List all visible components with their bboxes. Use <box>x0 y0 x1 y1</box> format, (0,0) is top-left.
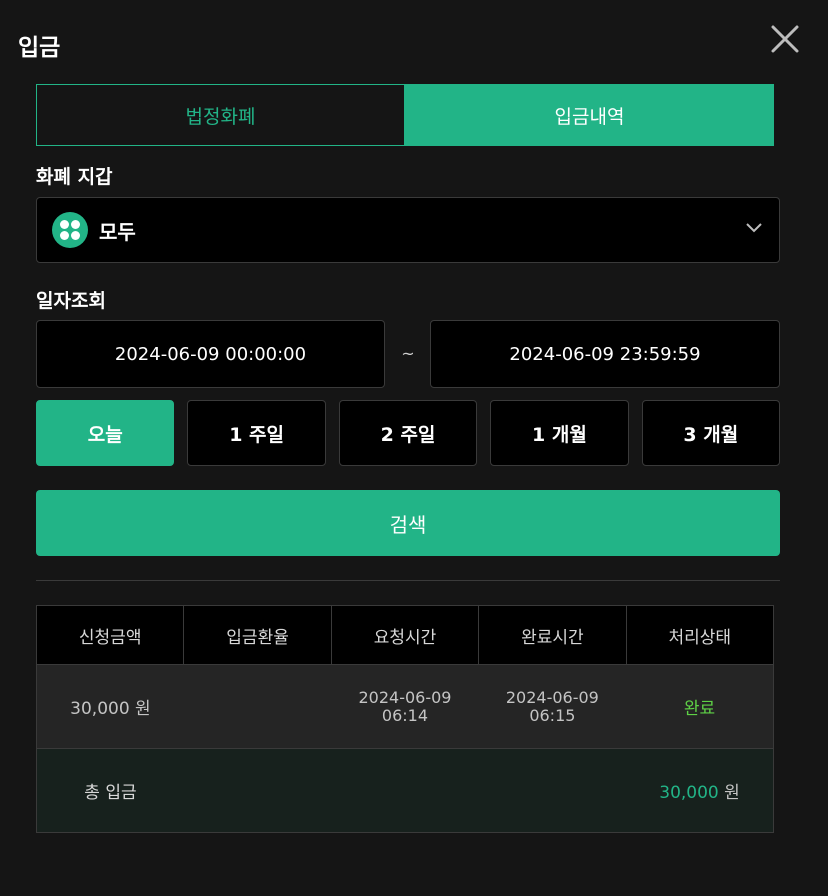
table-header-row: 신청금액 입금환율 요청시간 완료시간 처리상태 <box>35 605 775 665</box>
cell-rate <box>183 664 332 749</box>
requested-date: 2024-06-09 <box>358 687 452 707</box>
start-date-field[interactable]: 2024-06-09 00:00:00 <box>36 320 385 388</box>
total-label: 총 입금 <box>35 748 184 833</box>
column-header-amount: 신청금액 <box>35 605 185 665</box>
wallet-select[interactable]: 모두 <box>36 197 780 263</box>
close-icon[interactable] <box>768 22 802 56</box>
deposit-tabs: 법정화폐 입금내역 <box>36 84 774 146</box>
cell-status: 완료 <box>626 664 775 749</box>
column-header-requested-time: 요청시간 <box>330 605 480 665</box>
requested-time: 06:14 <box>381 705 429 725</box>
period-today-button[interactable]: 오늘 <box>36 400 175 466</box>
chevron-down-icon <box>746 223 762 233</box>
column-header-rate: 입금환율 <box>183 605 332 665</box>
tab-deposit-history[interactable]: 입금내역 <box>405 84 774 146</box>
end-date-field[interactable]: 2024-06-09 23:59:59 <box>430 320 780 388</box>
deposit-history-table: 신청금액 입금환율 요청시간 완료시간 처리상태 30,000 원 2024-0… <box>35 605 775 833</box>
date-separator: ~ <box>401 344 415 363</box>
tab-fiat[interactable]: 법정화폐 <box>36 84 405 146</box>
period-1-week-button[interactable]: 1 주일 <box>187 400 326 466</box>
divider <box>36 580 780 581</box>
total-row: 총 입금 30,000 원 <box>35 748 775 833</box>
period-1-month-button[interactable]: 1 개월 <box>490 400 629 466</box>
total-amount-value: 30,000 <box>659 783 719 803</box>
table-row: 30,000 원 2024-06-09 06:14 2024-06-09 06:… <box>35 664 775 749</box>
column-header-completed-time: 완료시간 <box>478 605 627 665</box>
completed-date: 2024-06-09 <box>505 687 599 707</box>
modal-title: 입금 <box>18 35 61 61</box>
cell-completed-time: 2024-06-09 06:15 <box>478 664 627 749</box>
wallet-selected-value: 모두 <box>99 219 136 244</box>
date-query-label: 일자조회 <box>36 290 106 312</box>
cell-amount: 30,000 원 <box>35 664 184 749</box>
search-button[interactable]: 검색 <box>36 490 780 556</box>
completed-time: 06:15 <box>529 705 576 725</box>
period-buttons: 오늘 1 주일 2 주일 1 개월 3 개월 <box>36 400 781 466</box>
total-amount: 30,000 원 <box>626 748 775 833</box>
column-header-status: 처리상태 <box>625 605 775 665</box>
total-amount-unit: 원 <box>718 783 740 803</box>
wallet-label: 화폐 지갑 <box>36 166 113 188</box>
cell-requested-time: 2024-06-09 06:14 <box>331 664 479 749</box>
grid-dots-icon <box>52 212 88 248</box>
period-2-weeks-button[interactable]: 2 주일 <box>338 400 478 466</box>
period-3-months-button[interactable]: 3 개월 <box>641 400 781 466</box>
